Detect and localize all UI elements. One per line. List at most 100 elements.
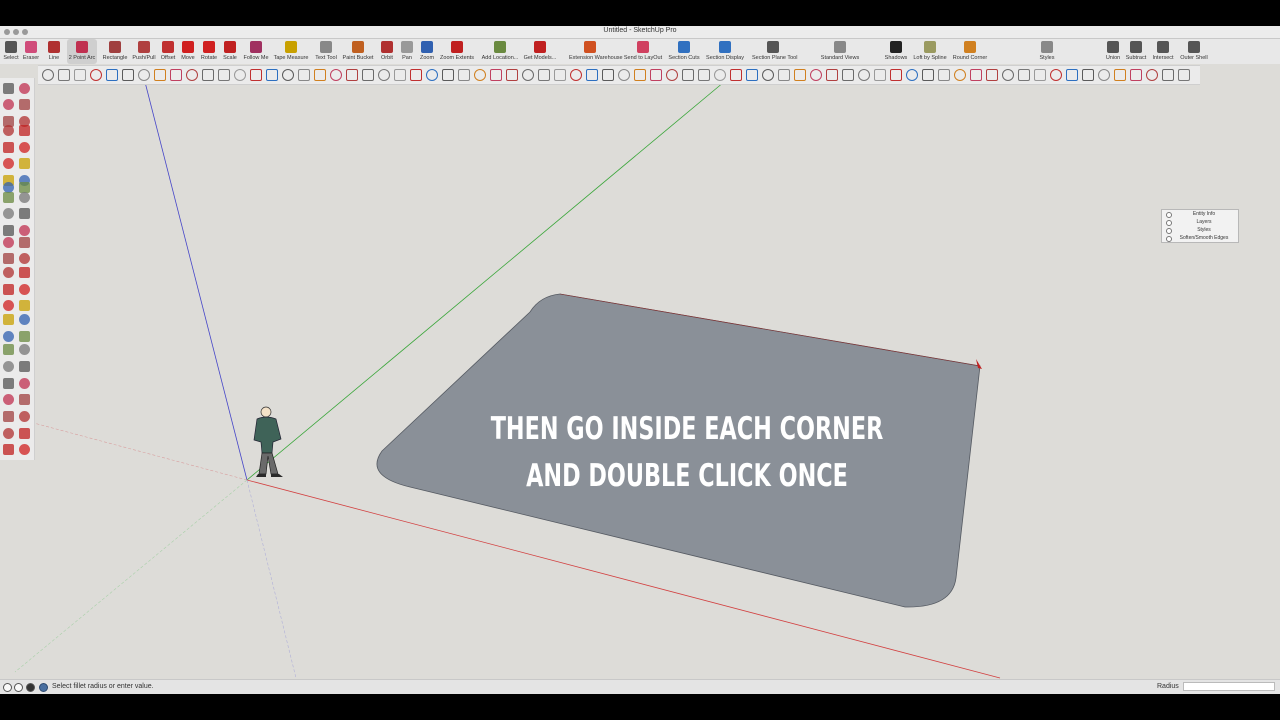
secondary-tool-icon[interactable] xyxy=(154,69,166,81)
secondary-tool-icon[interactable] xyxy=(570,69,582,81)
secondary-tool-icon[interactable] xyxy=(234,69,246,81)
credits-icon[interactable] xyxy=(14,683,23,692)
secondary-tool-icon[interactable] xyxy=(1178,69,1190,81)
palette-tool-icon[interactable] xyxy=(3,83,14,94)
secondary-tool-icon[interactable] xyxy=(794,69,806,81)
palette-tool-icon[interactable] xyxy=(19,253,30,264)
secondary-tool-icon[interactable] xyxy=(1050,69,1062,81)
secondary-tool-icon[interactable] xyxy=(938,69,950,81)
secondary-tool-icon[interactable] xyxy=(426,69,438,81)
model-viewport[interactable] xyxy=(0,26,1280,694)
secondary-tool-icon[interactable] xyxy=(106,69,118,81)
secondary-tool-icon[interactable] xyxy=(458,69,470,81)
palette-tool-icon[interactable] xyxy=(3,300,14,311)
palette-tool-icon[interactable] xyxy=(3,378,14,389)
toolbar-button-11[interactable]: Tape Measure xyxy=(274,39,308,64)
secondary-tool-icon[interactable] xyxy=(170,69,182,81)
secondary-tool-icon[interactable] xyxy=(602,69,614,81)
secondary-tool-icon[interactable] xyxy=(1114,69,1126,81)
secondary-tool-icon[interactable] xyxy=(314,69,326,81)
toolbar-button-25[interactable]: Standard Views xyxy=(821,39,859,64)
toolbar-button-33[interactable]: Outer Shell xyxy=(1180,39,1208,64)
secondary-tool-icon[interactable] xyxy=(1162,69,1174,81)
palette-tool-icon[interactable] xyxy=(19,428,30,439)
palette-tool-icon[interactable] xyxy=(3,428,14,439)
toolbar-button-22[interactable]: Section Cuts xyxy=(668,39,700,64)
palette-tool-icon[interactable] xyxy=(3,284,14,295)
palette-tool-icon[interactable] xyxy=(3,125,14,136)
tray-item[interactable]: Entity Info xyxy=(1164,211,1236,218)
toolbar-button-27[interactable]: Loft by Spline xyxy=(913,39,947,64)
secondary-tool-icon[interactable] xyxy=(666,69,678,81)
secondary-tool-icon[interactable] xyxy=(858,69,870,81)
palette-tool-icon[interactable] xyxy=(19,394,30,405)
secondary-tool-icon[interactable] xyxy=(810,69,822,81)
secondary-tool-icon[interactable] xyxy=(330,69,342,81)
toolbar-button-23[interactable]: Section Display xyxy=(706,39,744,64)
palette-tool-icon[interactable] xyxy=(3,394,14,405)
secondary-tool-icon[interactable] xyxy=(954,69,966,81)
palette-tool-icon[interactable] xyxy=(19,158,30,169)
secondary-tool-icon[interactable] xyxy=(90,69,102,81)
help-icon[interactable] xyxy=(39,683,48,692)
secondary-tool-icon[interactable] xyxy=(922,69,934,81)
secondary-tool-icon[interactable] xyxy=(1034,69,1046,81)
secondary-tool-icon[interactable] xyxy=(298,69,310,81)
secondary-tool-icon[interactable] xyxy=(1146,69,1158,81)
secondary-tool-icon[interactable] xyxy=(442,69,454,81)
palette-tool-icon[interactable] xyxy=(3,99,14,110)
palette-tool-icon[interactable] xyxy=(19,331,30,342)
toolbar-button-24[interactable]: Section Plane Tool xyxy=(752,39,797,64)
tray-item[interactable]: Soften/Smooth Edges xyxy=(1164,235,1236,242)
secondary-tool-icon[interactable] xyxy=(874,69,886,81)
secondary-tool-icon[interactable] xyxy=(410,69,422,81)
palette-tool-icon[interactable] xyxy=(19,237,30,248)
secondary-tool-icon[interactable] xyxy=(282,69,294,81)
measurements-input[interactable] xyxy=(1183,682,1275,691)
secondary-tool-icon[interactable] xyxy=(1130,69,1142,81)
palette-tool-icon[interactable] xyxy=(19,361,30,372)
palette-tool-icon[interactable] xyxy=(3,314,14,325)
palette-tool-icon[interactable] xyxy=(3,225,14,236)
secondary-tool-icon[interactable] xyxy=(1066,69,1078,81)
palette-tool-icon[interactable] xyxy=(19,344,30,355)
toolbar-button-16[interactable]: Zoom xyxy=(416,39,438,64)
palette-tool-icon[interactable] xyxy=(19,284,30,295)
secondary-tool-icon[interactable] xyxy=(42,69,54,81)
secondary-tool-icon[interactable] xyxy=(970,69,982,81)
secondary-tool-icon[interactable] xyxy=(698,69,710,81)
secondary-tool-icon[interactable] xyxy=(266,69,278,81)
palette-tool-icon[interactable] xyxy=(19,125,30,136)
secondary-tool-icon[interactable] xyxy=(186,69,198,81)
toolbar-button-19[interactable]: Get Models... xyxy=(524,39,556,64)
secondary-tool-icon[interactable] xyxy=(762,69,774,81)
secondary-tool-icon[interactable] xyxy=(1002,69,1014,81)
secondary-tool-icon[interactable] xyxy=(682,69,694,81)
secondary-tool-icon[interactable] xyxy=(554,69,566,81)
secondary-tool-icon[interactable] xyxy=(618,69,630,81)
secondary-tool-icon[interactable] xyxy=(58,69,70,81)
palette-tool-icon[interactable] xyxy=(19,208,30,219)
tray-item[interactable]: Layers xyxy=(1164,219,1236,226)
tray-item[interactable]: Styles xyxy=(1164,227,1236,234)
toolbar-button-3[interactable]: 2 Point Arc xyxy=(67,39,97,64)
palette-tool-icon[interactable] xyxy=(19,411,30,422)
toolbar-button-18[interactable]: Add Location... xyxy=(482,39,518,64)
palette-tool-icon[interactable] xyxy=(3,411,14,422)
palette-tool-icon[interactable] xyxy=(19,314,30,325)
secondary-tool-icon[interactable] xyxy=(1098,69,1110,81)
secondary-tool-icon[interactable] xyxy=(746,69,758,81)
secondary-tool-icon[interactable] xyxy=(474,69,486,81)
palette-tool-icon[interactable] xyxy=(3,237,14,248)
secondary-tool-icon[interactable] xyxy=(506,69,518,81)
secondary-tool-icon[interactable] xyxy=(634,69,646,81)
secondary-tool-icon[interactable] xyxy=(730,69,742,81)
palette-tool-icon[interactable] xyxy=(19,444,30,455)
secondary-tool-icon[interactable] xyxy=(362,69,374,81)
secondary-tool-icon[interactable] xyxy=(650,69,662,81)
palette-tool-icon[interactable] xyxy=(3,208,14,219)
toolbar-button-20[interactable]: Extension Warehouse xyxy=(569,39,623,64)
palette-tool-icon[interactable] xyxy=(3,253,14,264)
secondary-tool-icon[interactable] xyxy=(906,69,918,81)
secondary-tool-icon[interactable] xyxy=(490,69,502,81)
